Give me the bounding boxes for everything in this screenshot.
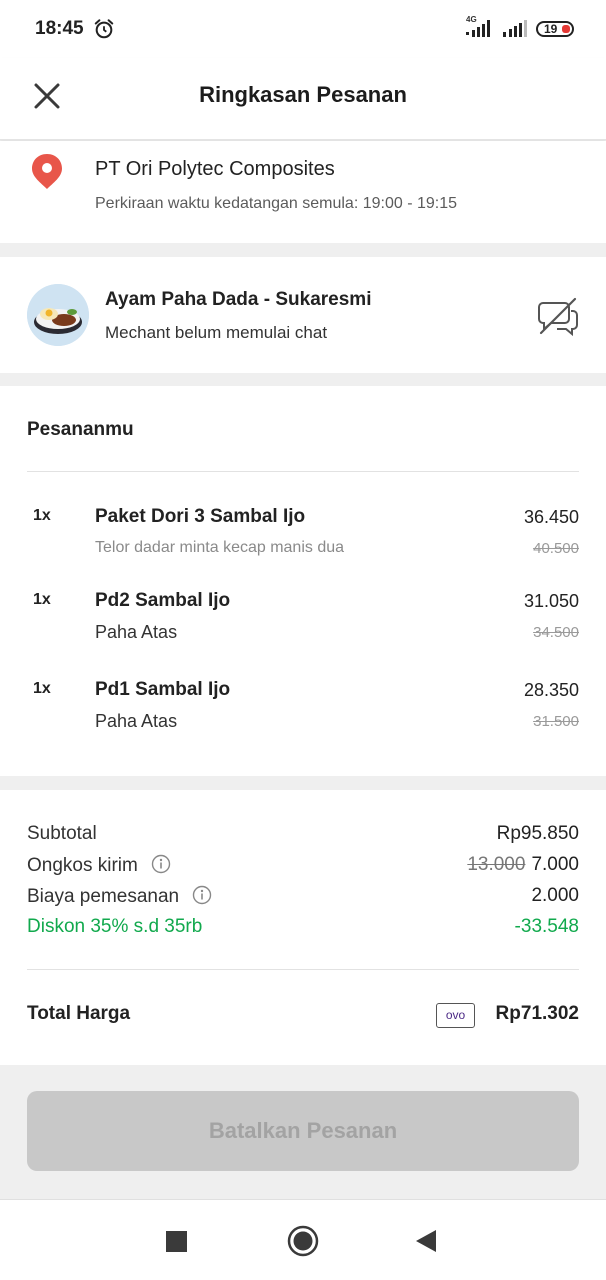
order-item: 1x Pd1 Sambal Ijo Paha Atas 28.350 31.50… bbox=[0, 679, 606, 740]
order-item: 1x Pd2 Sambal Ijo Paha Atas 31.050 34.50… bbox=[0, 590, 606, 651]
delivery-fee-row: Ongkos kirim 13.000 7.000 bbox=[27, 854, 579, 880]
subtotal-row: Subtotal Rp95.850 bbox=[27, 823, 579, 849]
close-icon[interactable] bbox=[33, 82, 61, 110]
battery-icon: 19 bbox=[536, 21, 574, 37]
back-icon[interactable] bbox=[415, 1229, 437, 1253]
merchant-chat-status: Mechant belum memulai chat bbox=[105, 323, 328, 342]
payment-summary-section: Subtotal Rp95.850 Ongkos kirim 13.000 7.0… bbox=[0, 790, 606, 1065]
merchant-avatar bbox=[27, 284, 89, 346]
item-qty: 1x bbox=[33, 680, 51, 697]
item-note: Paha Atas bbox=[95, 711, 178, 731]
location-pin-icon bbox=[32, 154, 62, 189]
chat-disabled-icon[interactable] bbox=[537, 295, 579, 337]
status-bar: 18:45 4G 19 bbox=[0, 0, 606, 58]
food-image bbox=[27, 284, 89, 346]
orders-section: Pesananmu 1x Paket Dori 3 Sambal Ijo Tel… bbox=[0, 386, 606, 776]
merchant-name: Ayam Paha Dada - Sukaresmi bbox=[105, 289, 372, 310]
item-name: Paket Dori 3 Sambal Ijo bbox=[95, 506, 306, 527]
total-label: Total Harga bbox=[27, 1003, 131, 1024]
subtotal-label: Subtotal bbox=[27, 823, 97, 844]
status-time: 18:45 bbox=[35, 18, 84, 39]
merchant-section: Ayam Paha Dada - Sukaresmi Mechant belum… bbox=[0, 257, 606, 373]
item-old-price: 40.500 bbox=[533, 540, 579, 557]
subtotal-value: Rp95.850 bbox=[496, 823, 579, 844]
cancel-order-button[interactable]: Batalkan Pesanan bbox=[27, 1091, 579, 1171]
order-fee-value: 2.000 bbox=[531, 885, 579, 906]
total-value: Rp71.302 bbox=[495, 1003, 579, 1024]
address-name: PT Ori Polytec Composites bbox=[95, 158, 335, 180]
discount-value: -33.548 bbox=[514, 916, 579, 937]
divider bbox=[27, 969, 579, 970]
item-price: 36.450 bbox=[523, 507, 579, 527]
item-qty: 1x bbox=[33, 507, 51, 524]
recent-apps-icon[interactable] bbox=[166, 1231, 187, 1252]
item-old-price: 34.500 bbox=[533, 624, 579, 641]
order-fee-label: Biaya pemesanan bbox=[27, 886, 180, 907]
discount-label: Diskon 35% s.d 35rb bbox=[27, 916, 203, 937]
item-price: 31.050 bbox=[523, 591, 579, 611]
delivery-fee-label-group: Ongkos kirim bbox=[27, 854, 171, 877]
home-icon[interactable] bbox=[287, 1225, 319, 1257]
delivery-address-section: PT Ori Polytec Composites Perkiraan wakt… bbox=[0, 141, 606, 243]
order-fee-label-group: Biaya pemesanan bbox=[27, 885, 212, 908]
battery-level: 19 bbox=[544, 22, 558, 36]
battery-fill bbox=[562, 25, 570, 33]
item-note: Telor dadar minta kecap manis dua bbox=[95, 539, 345, 556]
signal-icon-2 bbox=[503, 20, 527, 37]
info-icon[interactable] bbox=[151, 854, 171, 874]
item-qty: 1x bbox=[33, 591, 51, 608]
delivery-fee-old: 13.000 bbox=[467, 854, 526, 875]
alarm-icon bbox=[94, 19, 114, 39]
info-icon[interactable] bbox=[192, 885, 212, 905]
delivery-fee-value-group: 13.000 7.000 bbox=[467, 854, 579, 876]
delivery-fee-value: 7.000 bbox=[531, 854, 579, 875]
order-fee-row: Biaya pemesanan 2.000 bbox=[27, 885, 579, 911]
item-old-price: 31.500 bbox=[533, 713, 579, 730]
app-header: Ringkasan Pesanan bbox=[0, 58, 606, 140]
arrival-estimate: Perkiraan waktu kedatangan semula: 19:00… bbox=[95, 195, 458, 212]
item-name: Pd2 Sambal Ijo bbox=[95, 590, 231, 611]
discount-row: Diskon 35% s.d 35rb -33.548 bbox=[27, 916, 579, 942]
system-nav-bar bbox=[0, 1199, 606, 1280]
ovo-payment-badge: ovo bbox=[436, 1003, 475, 1028]
order-item: 1x Paket Dori 3 Sambal Ijo Telor dadar m… bbox=[0, 506, 606, 567]
item-note: Paha Atas bbox=[95, 622, 178, 642]
item-price: 28.350 bbox=[523, 680, 579, 700]
divider bbox=[27, 471, 579, 472]
signal-icon bbox=[466, 20, 490, 37]
delivery-fee-label: Ongkos kirim bbox=[27, 855, 138, 876]
item-name: Pd1 Sambal Ijo bbox=[95, 679, 231, 700]
orders-title: Pesananmu bbox=[27, 419, 134, 440]
page-title: Ringkasan Pesanan bbox=[199, 82, 407, 107]
